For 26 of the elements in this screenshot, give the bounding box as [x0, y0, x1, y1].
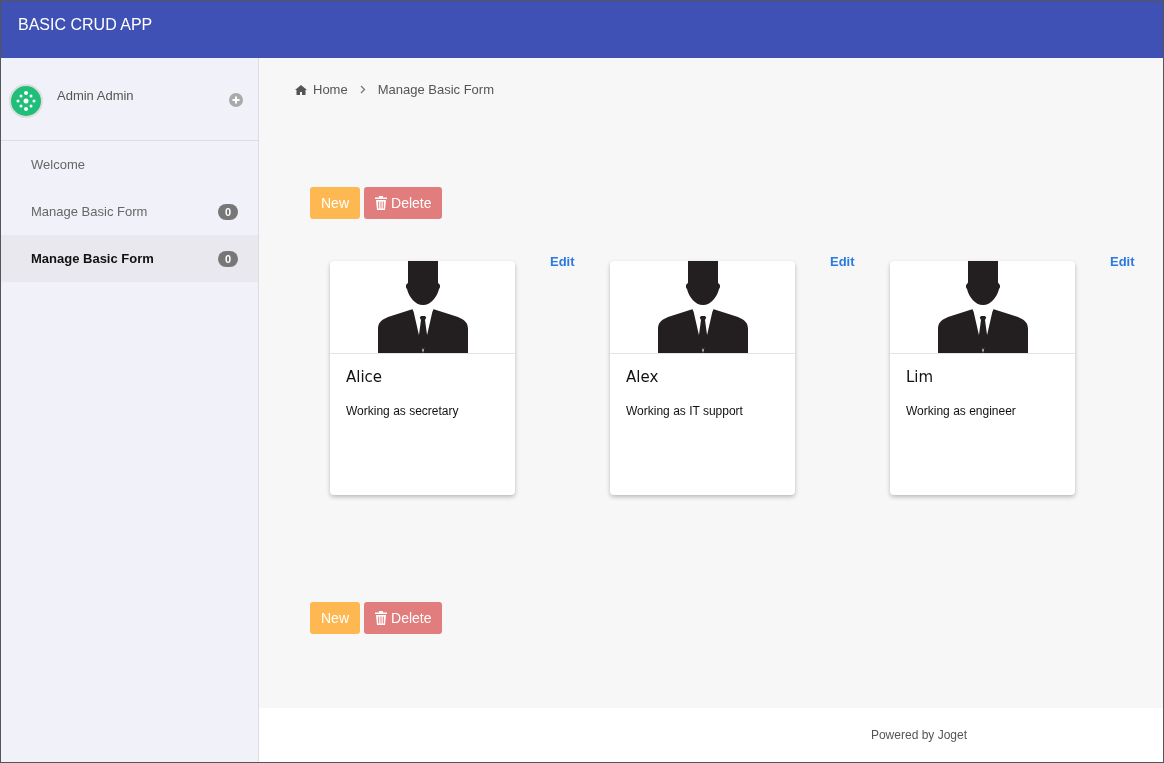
chevron-icon — [359, 85, 366, 94]
user-name[interactable]: Admin Admin — [57, 88, 229, 103]
sidebar-item[interactable]: Manage Basic Form 0 — [1, 188, 258, 235]
sidebar-item[interactable]: Welcome — [1, 141, 258, 188]
sidebar-item[interactable]: Manage Basic Form 0 — [1, 235, 258, 282]
person-description: Working as IT support — [626, 404, 744, 418]
trash-icon — [375, 196, 387, 210]
edit-link[interactable]: Edit — [550, 254, 575, 269]
person-name: Alice — [346, 368, 384, 386]
person-description: Working as engineer — [906, 404, 1017, 418]
app-title: BASIC CRUD APP — [18, 16, 153, 34]
count-badge: 0 — [217, 250, 238, 267]
breadcrumb-link[interactable]: Home — [313, 82, 348, 97]
count-badge: 0 — [217, 203, 238, 220]
delete-button[interactable]: Delete — [364, 602, 443, 634]
person-description: Working as secretary — [346, 404, 460, 418]
home-icon — [295, 84, 307, 95]
add-icon[interactable] — [229, 93, 243, 107]
edit-link[interactable]: Edit — [1110, 254, 1135, 269]
delete-button[interactable]: Delete — [364, 187, 443, 219]
edit-link[interactable]: Edit — [830, 254, 855, 269]
person-name: Lim — [906, 368, 935, 386]
avatar-icon — [9, 84, 43, 118]
person-name: Alex — [626, 368, 660, 386]
trash-icon — [375, 611, 387, 625]
footer-text: Powered by Joget — [870, 728, 967, 742]
